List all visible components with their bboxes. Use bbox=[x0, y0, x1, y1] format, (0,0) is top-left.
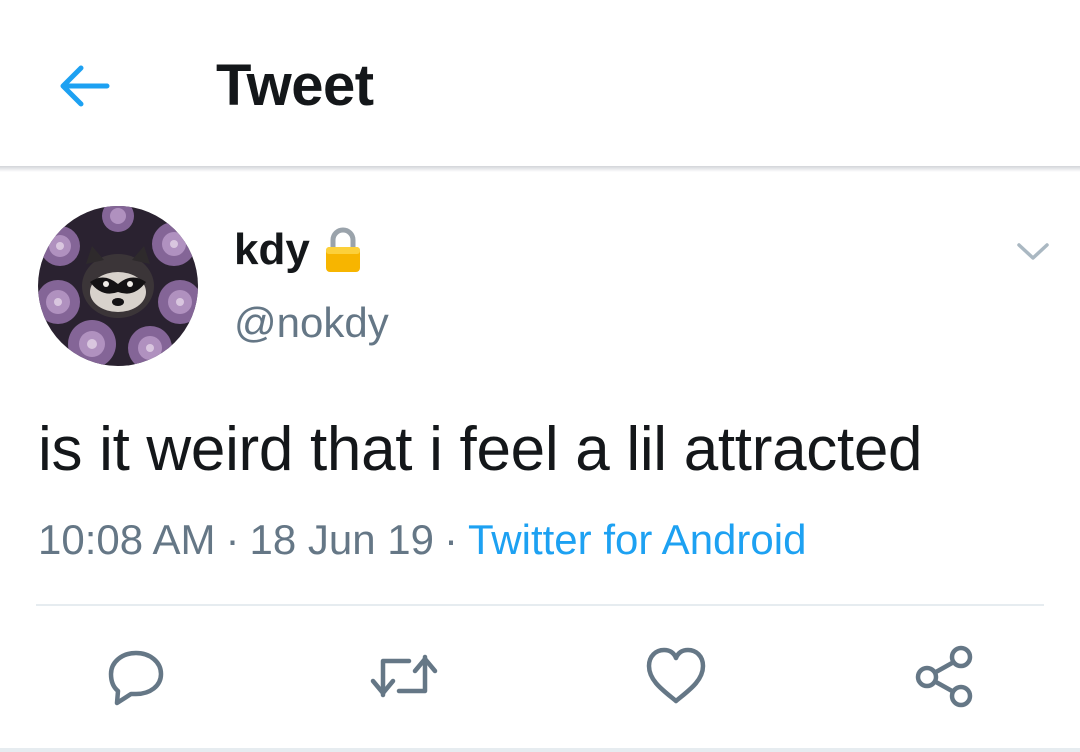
arrow-left-icon bbox=[60, 65, 110, 107]
retweet-icon bbox=[370, 654, 438, 698]
page-title: Tweet bbox=[216, 53, 374, 118]
bottom-divider bbox=[0, 748, 1080, 752]
app-header: Tweet bbox=[0, 0, 1080, 168]
lock-icon bbox=[324, 226, 362, 274]
tweet-date: 18 Jun 19 bbox=[249, 516, 434, 563]
avatar[interactable] bbox=[38, 206, 198, 366]
tweet-menu-button[interactable] bbox=[1008, 226, 1058, 276]
reply-icon bbox=[108, 650, 164, 706]
author-handle[interactable]: @nokdy bbox=[234, 296, 389, 350]
author-display-name[interactable]: kdy bbox=[234, 222, 310, 278]
header-divider bbox=[0, 166, 1080, 172]
tweet-time: 10:08 AM bbox=[38, 516, 216, 563]
reply-button[interactable] bbox=[100, 640, 172, 712]
tweet-text: is it weird that i feel a lil attracted bbox=[38, 415, 923, 484]
meta-separator: · bbox=[225, 516, 240, 563]
raccoon-avatar-image bbox=[38, 206, 198, 366]
chevron-down-icon bbox=[1017, 243, 1049, 260]
tweet-metadata: 10:08 AM · 18 Jun 19 · Twitter for Android bbox=[38, 512, 806, 568]
share-icon bbox=[915, 645, 973, 708]
heart-icon bbox=[646, 647, 706, 704]
back-button[interactable] bbox=[52, 54, 116, 118]
divider bbox=[36, 604, 1044, 606]
meta-separator: · bbox=[443, 516, 458, 563]
share-button[interactable] bbox=[908, 640, 980, 712]
retweet-button[interactable] bbox=[368, 640, 440, 712]
tweet-source-link[interactable]: Twitter for Android bbox=[468, 516, 806, 563]
like-button[interactable] bbox=[640, 640, 712, 712]
